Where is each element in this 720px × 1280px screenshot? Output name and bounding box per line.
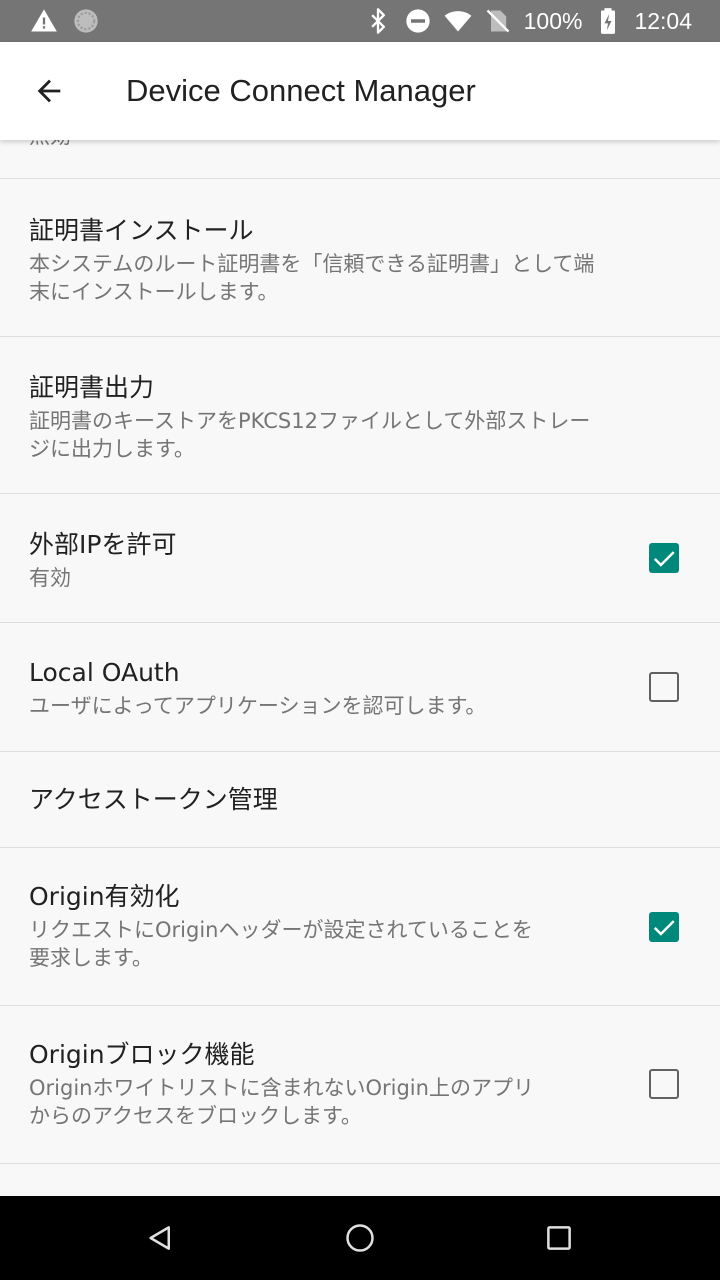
- warning-icon: [30, 7, 58, 35]
- summary-line: Originホワイトリストに含まれないOrigin上のアプリ: [29, 1076, 534, 1100]
- list-item-summary: 証明書のキーストアをPKCS12ファイルとして外部ストレー ジに出力します。: [29, 407, 692, 463]
- list-item-origin-enable[interactable]: Origin有効化 リクエストにOriginヘッダーが設定されていることを 要求…: [0, 848, 720, 1006]
- list-item-text: 外部IPを許可 有効: [29, 528, 610, 592]
- nav-home-button[interactable]: [332, 1210, 388, 1266]
- nav-home-icon: [346, 1224, 374, 1252]
- app-bar: Device Connect Manager: [0, 42, 720, 140]
- list-item-local-oauth[interactable]: Local OAuth ユーザによってアプリケーションを認可します。: [0, 623, 720, 752]
- battery-charging-icon: [594, 7, 622, 35]
- nav-back-button[interactable]: [132, 1210, 188, 1266]
- list-item-summary: 本システムのルート証明書を「信頼できる証明書」として端 末にインストールします。: [29, 250, 692, 306]
- summary-line: 本システムのルート証明書を「信頼できる証明書」として端: [29, 252, 595, 276]
- check-icon: [653, 920, 675, 936]
- wifi-icon: [444, 7, 472, 35]
- list-item-title: Local OAuth: [29, 658, 180, 687]
- list-item-summary: Originホワイトリストに含まれないOrigin上のアプリ からのアクセスをブ…: [29, 1074, 610, 1130]
- list-item-title: 証明書出力: [29, 373, 155, 402]
- local-oauth-checkbox[interactable]: [649, 672, 679, 702]
- list-item-summary: リクエストにOriginヘッダーが設定されていることを 要求します。: [29, 916, 610, 972]
- list-item-summary: 有効: [29, 566, 71, 590]
- nav-recents-icon: [547, 1226, 571, 1250]
- back-button[interactable]: [19, 61, 79, 121]
- preference-list[interactable]: 無効 証明書インストール 本システムのルート証明書を「信頼できる証明書」として端…: [0, 140, 720, 1196]
- summary-line: からのアクセスをブロックします。: [29, 1104, 362, 1128]
- status-right: 100% 12:04: [364, 7, 692, 35]
- clock: 12:04: [634, 7, 692, 34]
- navigation-bar: [0, 1196, 720, 1280]
- no-sim-icon: [484, 7, 512, 35]
- check-icon: [653, 551, 675, 567]
- list-item-text: Originブロック機能 Originホワイトリストに含まれないOrigin上の…: [29, 1038, 610, 1130]
- battery-percent: 100%: [523, 7, 583, 34]
- summary-line: リクエストにOriginヘッダーが設定されていることを: [29, 918, 533, 942]
- nav-recents-button[interactable]: [531, 1210, 587, 1266]
- list-item-partial[interactable]: 無効: [0, 140, 720, 179]
- list-item-title: Origin有効化: [29, 882, 180, 911]
- list-item-title: 外部IPを許可: [29, 530, 177, 559]
- bluetooth-icon: [364, 7, 392, 35]
- list-item-title: アクセストークン管理: [29, 785, 278, 814]
- arrow-back-icon: [37, 79, 61, 103]
- list-item-allow-external-ip[interactable]: 外部IPを許可 有効: [0, 494, 720, 623]
- list-item-text: アクセストークン管理: [29, 783, 610, 817]
- list-item-title: 証明書インストール: [29, 216, 254, 245]
- status-left: [30, 7, 100, 35]
- status-bar: 100% 12:04: [0, 0, 720, 42]
- list-item-origin-block[interactable]: Originブロック機能 Originホワイトリストに含まれないOrigin上の…: [0, 1006, 720, 1164]
- page-title: Device Connect Manager: [126, 73, 476, 108]
- summary-line: 証明書のキーストアをPKCS12ファイルとして外部ストレー: [29, 409, 591, 433]
- origin-block-checkbox[interactable]: [649, 1069, 679, 1099]
- summary-line: 要求します。: [29, 946, 153, 970]
- summary-line: 末にインストールします。: [29, 280, 279, 304]
- summary-line: ジに出力します。: [29, 437, 195, 461]
- allow-external-ip-checkbox[interactable]: [649, 543, 679, 573]
- list-item-text: 証明書インストール 本システムのルート証明書を「信頼できる証明書」として端 末に…: [29, 214, 692, 306]
- sync-icon: [72, 7, 100, 35]
- list-item-text: Origin有効化 リクエストにOriginヘッダーが設定されていることを 要求…: [29, 880, 610, 972]
- list-item-text: 証明書出力 証明書のキーストアをPKCS12ファイルとして外部ストレー ジに出力…: [29, 371, 692, 463]
- list-item-cert-export[interactable]: 証明書出力 証明書のキーストアをPKCS12ファイルとして外部ストレー ジに出力…: [0, 337, 720, 494]
- list-item-summary: 無効: [29, 140, 71, 150]
- list-item-summary: ユーザによってアプリケーションを認可します。: [29, 694, 487, 718]
- list-item-text: Local OAuth ユーザによってアプリケーションを認可します。: [29, 656, 610, 720]
- list-item-access-token-management[interactable]: アクセストークン管理: [0, 752, 720, 848]
- origin-enable-checkbox[interactable]: [649, 912, 679, 942]
- list-item-title: Originブロック機能: [29, 1040, 255, 1069]
- nav-back-icon: [149, 1226, 170, 1250]
- dnd-icon: [404, 7, 432, 35]
- list-item-cert-install[interactable]: 証明書インストール 本システムのルート証明書を「信頼できる証明書」として端 末に…: [0, 179, 720, 337]
